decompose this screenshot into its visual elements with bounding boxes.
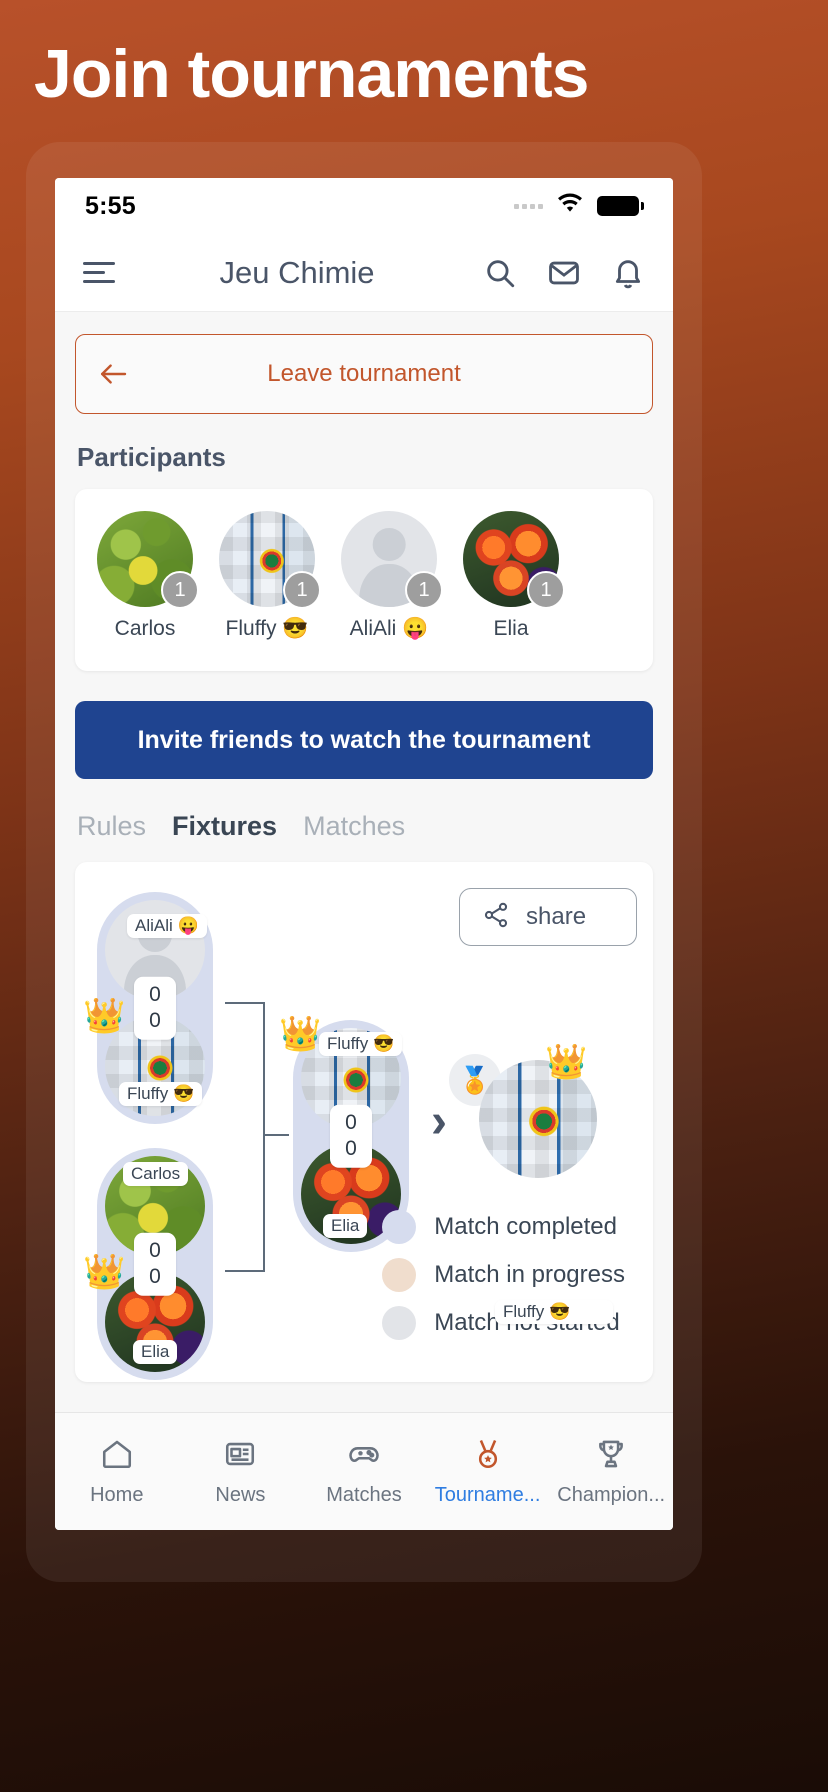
score-top: 0 [149, 1238, 161, 1262]
tab-matches[interactable]: Matches [303, 811, 405, 842]
nav-label: Tourname... [434, 1483, 541, 1506]
participants-heading: Participants [77, 442, 226, 472]
bracket-connector-out [265, 1134, 289, 1136]
legend-label: Match completed [434, 1213, 618, 1240]
match-score: 0 0 [134, 1232, 176, 1296]
participant-fluffy[interactable]: 1 Fluffy 😎 [215, 511, 321, 641]
status-time: 5:55 [85, 191, 136, 220]
status-bar: 5:55 [55, 178, 673, 234]
score-bottom: 0 [345, 1137, 357, 1160]
news-icon [223, 1437, 257, 1476]
match-score: 0 0 [134, 976, 176, 1040]
invite-friends-button[interactable]: Invite friends to watch the tournament [75, 701, 653, 779]
bracket-legend: Match completed Match in progress Match … [382, 1210, 625, 1354]
leave-tournament-label: Leave tournament [267, 360, 461, 387]
score-bottom: 0 [149, 1265, 161, 1288]
chevron-right-icon: › [431, 1095, 447, 1148]
match-semifinal-2[interactable]: Carlos Elia 👑 0 0 [83, 1148, 213, 1380]
wifi-icon [555, 193, 585, 220]
bell-icon[interactable] [611, 256, 645, 290]
leave-tournament-button[interactable]: Leave tournament [75, 334, 653, 414]
page-title: Jeu Chimie [219, 254, 375, 290]
nav-label: Matches [326, 1483, 402, 1506]
participant-name: Fluffy 😎 [225, 617, 309, 640]
legend-item-in-progress: Match in progress [382, 1258, 625, 1292]
avatar-wrap: 1 [463, 511, 565, 609]
player-name-chip-top: AliAli 😛 [127, 914, 207, 938]
app-bar: Jeu Chimie [55, 234, 673, 312]
champion-block[interactable]: 🏅 👑 Fluffy 😎 [449, 1043, 613, 1324]
gamepad-icon [347, 1437, 381, 1476]
match-score: 0 0 [330, 1104, 372, 1168]
score-top: 0 [345, 1110, 357, 1134]
share-button[interactable]: share [459, 888, 637, 946]
nav-item-news[interactable]: News [179, 1437, 303, 1507]
legend-item-completed: Match completed [382, 1210, 625, 1244]
champion-name: Fluffy 😎 [495, 1300, 613, 1324]
status-indicators [514, 193, 644, 220]
bracket-connector [225, 1002, 265, 1272]
legend-label: Match in progress [434, 1261, 625, 1288]
player-name-chip-top: Fluffy 😎 [319, 1032, 403, 1056]
trophy-icon [594, 1437, 628, 1476]
status-badge: 1 [283, 571, 321, 609]
phone-screen: 5:55 Jeu Chimie Leave tournament Partici… [55, 178, 673, 1530]
page-content: Leave tournament Participants 1 Carlos 1 [55, 312, 673, 1412]
battery-icon [597, 196, 644, 216]
participant-name: AliAli 😛 [349, 617, 429, 640]
nav-label: Champion... [557, 1483, 666, 1506]
arrow-left-icon [98, 362, 128, 386]
crown-icon: 👑 [83, 997, 126, 1035]
search-icon[interactable] [483, 256, 517, 290]
player-name-chip-top: Carlos [123, 1162, 189, 1186]
tab-rules[interactable]: Rules [77, 811, 146, 842]
tab-fixtures[interactable]: Fixtures [172, 811, 277, 842]
participant-name: Carlos [114, 617, 176, 640]
tab-bar: Rules Fixtures Matches [77, 811, 653, 842]
status-badge: 1 [405, 571, 443, 609]
mail-icon[interactable] [547, 256, 581, 290]
participant-name: Elia [493, 617, 529, 640]
nav-label: News [215, 1483, 266, 1506]
score-bottom: 0 [149, 1009, 161, 1032]
home-icon [100, 1437, 134, 1476]
avatar-wrap: 1 [341, 511, 443, 609]
share-label: share [526, 903, 587, 930]
participant-aliali[interactable]: 1 AliAli 😛 [337, 511, 443, 641]
nav-item-matches[interactable]: Matches [302, 1437, 426, 1507]
avatar-wrap: 1 [219, 511, 321, 609]
player-name-chip-bottom: Elia [133, 1340, 178, 1364]
nav-item-tournaments[interactable]: Tourname... [426, 1437, 550, 1507]
nav-label: Home [90, 1483, 144, 1506]
player-name-chip-bottom: Fluffy 😎 [119, 1082, 203, 1106]
app-bar-actions [483, 256, 645, 290]
promo-banner: Join tournaments [0, 0, 828, 148]
participant-carlos[interactable]: 1 Carlos [93, 511, 199, 641]
status-badge: 1 [161, 571, 199, 609]
fixtures-bracket: share AliAli 😛 Fluffy 😎 👑 0 0 Carlos Eli… [75, 862, 653, 1382]
legend-dot-not-started [382, 1306, 417, 1340]
participants-row: 1 Carlos 1 Fluffy 😎 1 AliAli 😛 1 Elia [93, 511, 635, 641]
nav-item-championships[interactable]: Champion... [549, 1437, 673, 1507]
signal-dots-icon [514, 203, 543, 209]
legend-dot-completed [382, 1210, 417, 1244]
invite-friends-label: Invite friends to watch the tournament [137, 725, 591, 754]
bottom-navigation: Home News Matches Tourname... Champion.. [55, 1412, 673, 1530]
match-semifinal-1[interactable]: AliAli 😛 Fluffy 😎 👑 0 0 [83, 892, 213, 1124]
crown-icon: 👑 [83, 1253, 126, 1291]
avatar-wrap: 1 [97, 511, 199, 609]
status-badge: 1 [527, 571, 565, 609]
crown-icon: 👑 [545, 1043, 588, 1081]
player-name-chip-bottom: Elia [323, 1214, 368, 1238]
legend-dot-in-progress [382, 1258, 417, 1292]
nav-item-home[interactable]: Home [55, 1437, 179, 1507]
score-top: 0 [149, 982, 161, 1006]
banner-title: Join tournaments [34, 36, 589, 112]
share-icon [482, 901, 510, 934]
participants-card: 1 Carlos 1 Fluffy 😎 1 AliAli 😛 1 Elia [75, 489, 653, 671]
medal-icon [471, 1437, 505, 1476]
participant-elia[interactable]: 1 Elia [459, 511, 565, 641]
crown-icon: 👑 [279, 1015, 322, 1053]
